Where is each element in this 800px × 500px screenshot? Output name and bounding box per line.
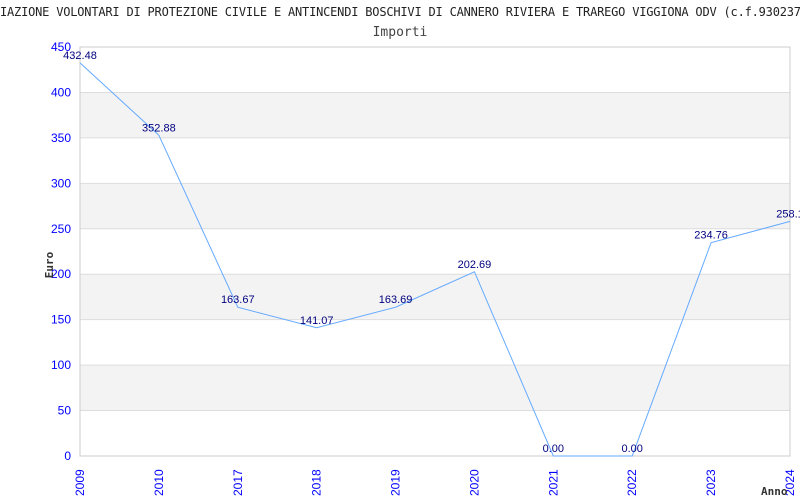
y-tick-label: 400 [51,85,71,99]
x-tick-label: 2019 [389,469,403,496]
y-tick-label: 300 [51,176,71,190]
data-label: 0.00 [543,443,564,455]
data-label: 141.07 [300,315,334,327]
x-axis-label: Anno [761,485,788,498]
y-tick-label: 150 [51,313,71,327]
line-chart: 0501001502002503003504004502009 2010 2017 2… [43,40,800,498]
x-tick-label: 2010 [152,469,166,496]
x-tick-label: 2021 [546,469,560,496]
x-tick-label: 2020 [467,469,481,496]
grid-band [80,183,790,229]
x-tick-label: 2017 [231,469,245,496]
data-label: 163.69 [379,294,413,306]
x-tick-label: 2018 [310,469,324,496]
y-tick-label: 350 [51,131,71,145]
data-label: 432.48 [63,50,97,62]
data-label: 352.88 [142,122,176,134]
data-label: 163.67 [221,294,255,306]
data-label: 202.69 [458,259,492,271]
y-axis-label: Euro [43,251,56,278]
grid-band [80,92,790,138]
x-tick-label: 2009 [73,469,87,496]
y-tick-label: 50 [58,404,72,418]
y-tick-label: 0 [64,449,71,463]
grid-band [80,274,790,320]
grid-band [80,365,790,411]
data-label: 234.76 [694,230,728,242]
data-label: 258.1 [776,208,800,220]
x-tick-label: 2023 [704,469,718,496]
x-tick-label: 2022 [625,469,639,496]
y-tick-label: 250 [51,222,71,236]
y-tick-label: 100 [51,358,71,372]
data-label: 0.00 [622,443,643,455]
